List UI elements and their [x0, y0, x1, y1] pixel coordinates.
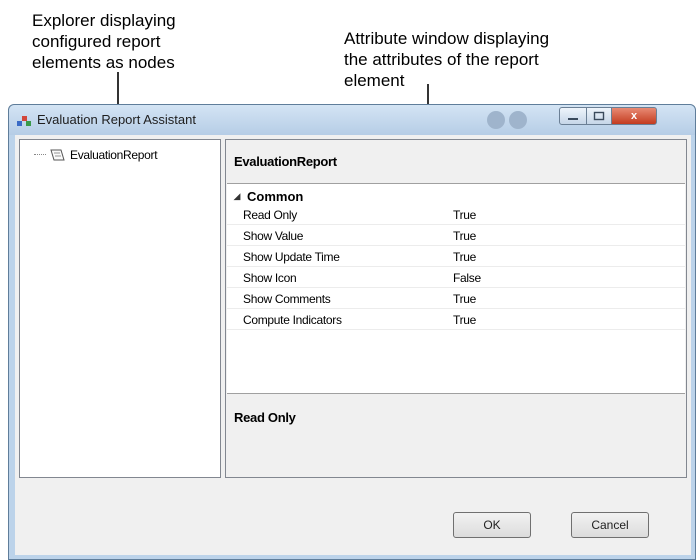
client-area: EvaluationReport EvaluationReport ◢ Comm… [15, 135, 691, 555]
tree-connector [34, 154, 46, 156]
selected-element-title: EvaluationReport [234, 154, 337, 169]
minimize-button[interactable] [559, 107, 587, 125]
property-name: Show Value [243, 228, 304, 243]
property-row[interactable]: Show Update Time True [227, 247, 685, 267]
property-row[interactable]: Read Only True [227, 205, 685, 225]
maximize-button[interactable] [586, 107, 612, 125]
collapse-triangle-icon[interactable]: ◢ [227, 191, 247, 202]
property-name: Show Comments [243, 291, 331, 306]
property-value[interactable]: True [453, 250, 476, 264]
property-value[interactable]: False [453, 271, 481, 285]
maximize-icon [593, 111, 605, 121]
property-row[interactable]: Show Comments True [227, 289, 685, 309]
property-value[interactable]: True [453, 313, 476, 327]
property-grid[interactable]: ◢ Common Read Only True Show Value True … [227, 183, 685, 394]
property-row[interactable]: Show Value True [227, 226, 685, 246]
property-name: Compute Indicators [243, 312, 342, 327]
evaluation-report-window: Evaluation Report Assistant x Evaluation… [8, 104, 696, 560]
app-icon [17, 114, 31, 126]
glass-reflection [487, 111, 505, 129]
tree-node-label: EvaluationReport [70, 148, 158, 162]
category-label: Common [247, 188, 304, 204]
close-icon: x [630, 110, 638, 122]
ok-button[interactable]: OK [453, 512, 531, 538]
property-row[interactable]: Show Icon False [227, 268, 685, 288]
tree-node[interactable]: EvaluationReport [34, 146, 158, 164]
category-common[interactable]: ◢ Common [227, 188, 685, 204]
explorer-annotation: Explorer displaying configured report el… [32, 11, 176, 72]
property-name: Show Icon [243, 270, 297, 285]
title-bar[interactable]: Evaluation Report Assistant x [9, 105, 695, 135]
property-value[interactable]: True [453, 229, 476, 243]
glass-reflection [509, 111, 527, 129]
property-name: Show Update Time [243, 249, 340, 264]
minimize-icon [568, 118, 578, 120]
property-name: Read Only [243, 207, 297, 222]
explorer-tree[interactable]: EvaluationReport [19, 139, 221, 478]
property-value[interactable]: True [453, 292, 476, 306]
window-title: Evaluation Report Assistant [37, 112, 196, 127]
close-button[interactable]: x [611, 107, 657, 125]
cancel-button[interactable]: Cancel [571, 512, 649, 538]
attribute-annotation: Attribute window displaying the attribut… [344, 29, 550, 90]
property-row[interactable]: Compute Indicators True [227, 310, 685, 330]
property-value[interactable]: True [453, 208, 476, 222]
attribute-panel: EvaluationReport ◢ Common Read Only True… [225, 139, 687, 478]
report-node-icon [50, 149, 65, 161]
description-title: Read Only [234, 410, 296, 425]
